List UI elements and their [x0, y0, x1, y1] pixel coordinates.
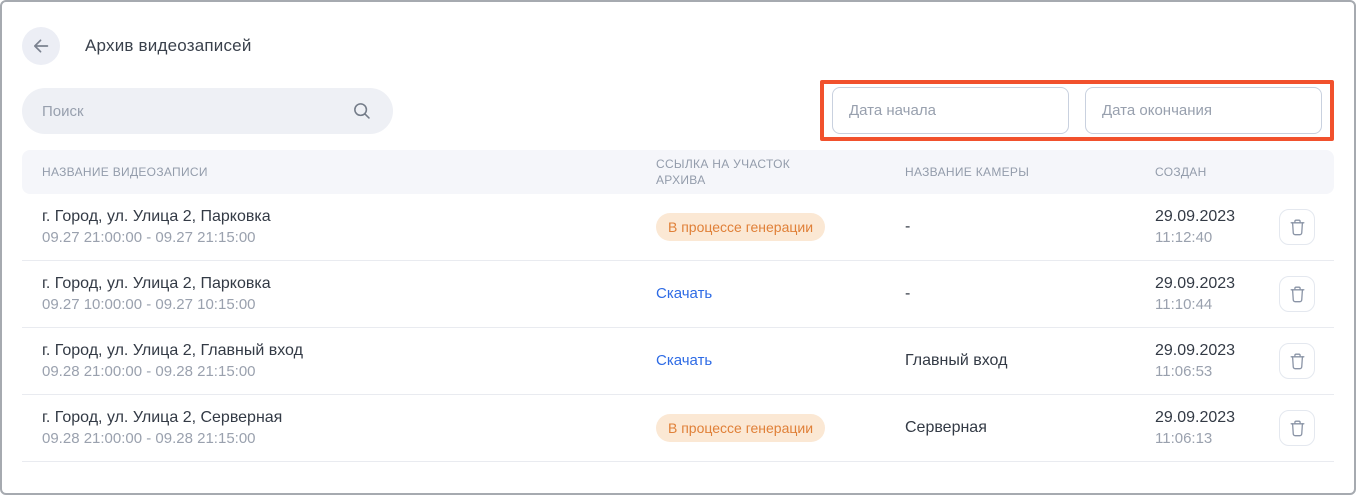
created-date: 29.09.2023 — [1155, 208, 1279, 226]
delete-button[interactable] — [1279, 209, 1315, 245]
arrow-left-icon — [30, 35, 52, 57]
search-input[interactable] — [42, 103, 351, 120]
table-body: г. Город, ул. Улица 2, Парковка 09.27 21… — [22, 194, 1334, 462]
column-header-created: СОЗДАН — [1155, 164, 1279, 180]
recording-name-cell: г. Город, ул. Улица 2, Главный вход 09.2… — [42, 342, 656, 380]
table-row: г. Город, ул. Улица 2, Парковка 09.27 10… — [22, 261, 1334, 328]
archive-link-cell: Скачать Скачать — [656, 285, 712, 303]
recording-name: г. Город, ул. Улица 2, Парковка — [42, 208, 656, 226]
date-start-input[interactable] — [832, 87, 1069, 134]
archive-link-cell: В процессе генерации В процессе генераци… — [656, 414, 825, 443]
download-link[interactable]: Скачать — [656, 352, 712, 369]
delete-button[interactable] — [1279, 343, 1315, 379]
archive-window: Архив видеозаписей НАЗВАНИЕ ВИДЕОЗАПИСИ … — [0, 0, 1356, 495]
recording-name-cell: г. Город, ул. Улица 2, Парковка 09.27 10… — [42, 275, 656, 313]
recording-name-cell: г. Город, ул. Улица 2, Серверная 09.28 2… — [42, 409, 656, 447]
camera-name: - — [905, 285, 1155, 303]
archive-link-cell: В процессе генерации В процессе генераци… — [656, 213, 825, 242]
back-button[interactable] — [22, 27, 60, 65]
status-badge: В процессе генерации — [656, 213, 825, 242]
delete-button[interactable] — [1279, 410, 1315, 446]
created-cell: 29.09.2023 11:12:40 — [1155, 208, 1279, 246]
recording-name: г. Город, ул. Улица 2, Парковка — [42, 275, 656, 293]
date-end-input[interactable] — [1085, 87, 1322, 134]
trash-icon — [1289, 419, 1306, 438]
search-icon — [351, 100, 373, 122]
download-link[interactable]: Скачать — [656, 285, 712, 302]
trash-icon — [1289, 285, 1306, 304]
recording-name: г. Город, ул. Улица 2, Серверная — [42, 409, 656, 427]
recording-name: г. Город, ул. Улица 2, Главный вход — [42, 342, 656, 360]
table-row: г. Город, ул. Улица 2, Серверная 09.28 2… — [22, 395, 1334, 462]
created-time: 11:06:13 — [1155, 430, 1279, 447]
table-header: НАЗВАНИЕ ВИДЕОЗАПИСИ ССЫЛКА НА УЧАСТОК А… — [22, 150, 1334, 194]
search-box[interactable] — [22, 88, 393, 134]
archive-link-cell: Скачать Скачать — [656, 352, 712, 370]
created-date: 29.09.2023 — [1155, 342, 1279, 360]
toolbar — [22, 80, 1334, 141]
created-cell: 29.09.2023 11:06:53 — [1155, 342, 1279, 380]
table-row: г. Город, ул. Улица 2, Парковка 09.27 21… — [22, 194, 1334, 261]
status-badge: В процессе генерации — [656, 414, 825, 443]
table-row: г. Город, ул. Улица 2, Главный вход 09.2… — [22, 328, 1334, 395]
created-time: 11:12:40 — [1155, 229, 1279, 246]
created-time: 11:10:44 — [1155, 296, 1279, 313]
column-header-camera: НАЗВАНИЕ КАМЕРЫ — [905, 164, 1155, 180]
created-date: 29.09.2023 — [1155, 409, 1279, 427]
camera-name: Главный вход — [905, 352, 1155, 370]
camera-name: - — [905, 218, 1155, 236]
recording-period: 09.28 21:00:00 - 09.28 21:15:00 — [42, 430, 656, 447]
recording-period: 09.27 21:00:00 - 09.27 21:15:00 — [42, 229, 656, 246]
page-title: Архив видеозаписей — [85, 36, 252, 56]
recording-period: 09.27 10:00:00 - 09.27 10:15:00 — [42, 296, 656, 313]
annotation-highlight — [820, 80, 1334, 141]
created-time: 11:06:53 — [1155, 363, 1279, 380]
top-bar: Архив видеозаписей — [22, 27, 1334, 65]
created-cell: 29.09.2023 11:10:44 — [1155, 275, 1279, 313]
camera-name: Серверная — [905, 419, 1155, 437]
column-header-link: ССЫЛКА НА УЧАСТОК АРХИВА — [656, 156, 831, 188]
archive-table: НАЗВАНИЕ ВИДЕОЗАПИСИ ССЫЛКА НА УЧАСТОК А… — [22, 150, 1334, 462]
delete-button[interactable] — [1279, 276, 1315, 312]
column-header-name: НАЗВАНИЕ ВИДЕОЗАПИСИ — [42, 164, 656, 180]
trash-icon — [1289, 218, 1306, 237]
recording-name-cell: г. Город, ул. Улица 2, Парковка 09.27 21… — [42, 208, 656, 246]
created-date: 29.09.2023 — [1155, 275, 1279, 293]
trash-icon — [1289, 352, 1306, 371]
created-cell: 29.09.2023 11:06:13 — [1155, 409, 1279, 447]
recording-period: 09.28 21:00:00 - 09.28 21:15:00 — [42, 363, 656, 380]
